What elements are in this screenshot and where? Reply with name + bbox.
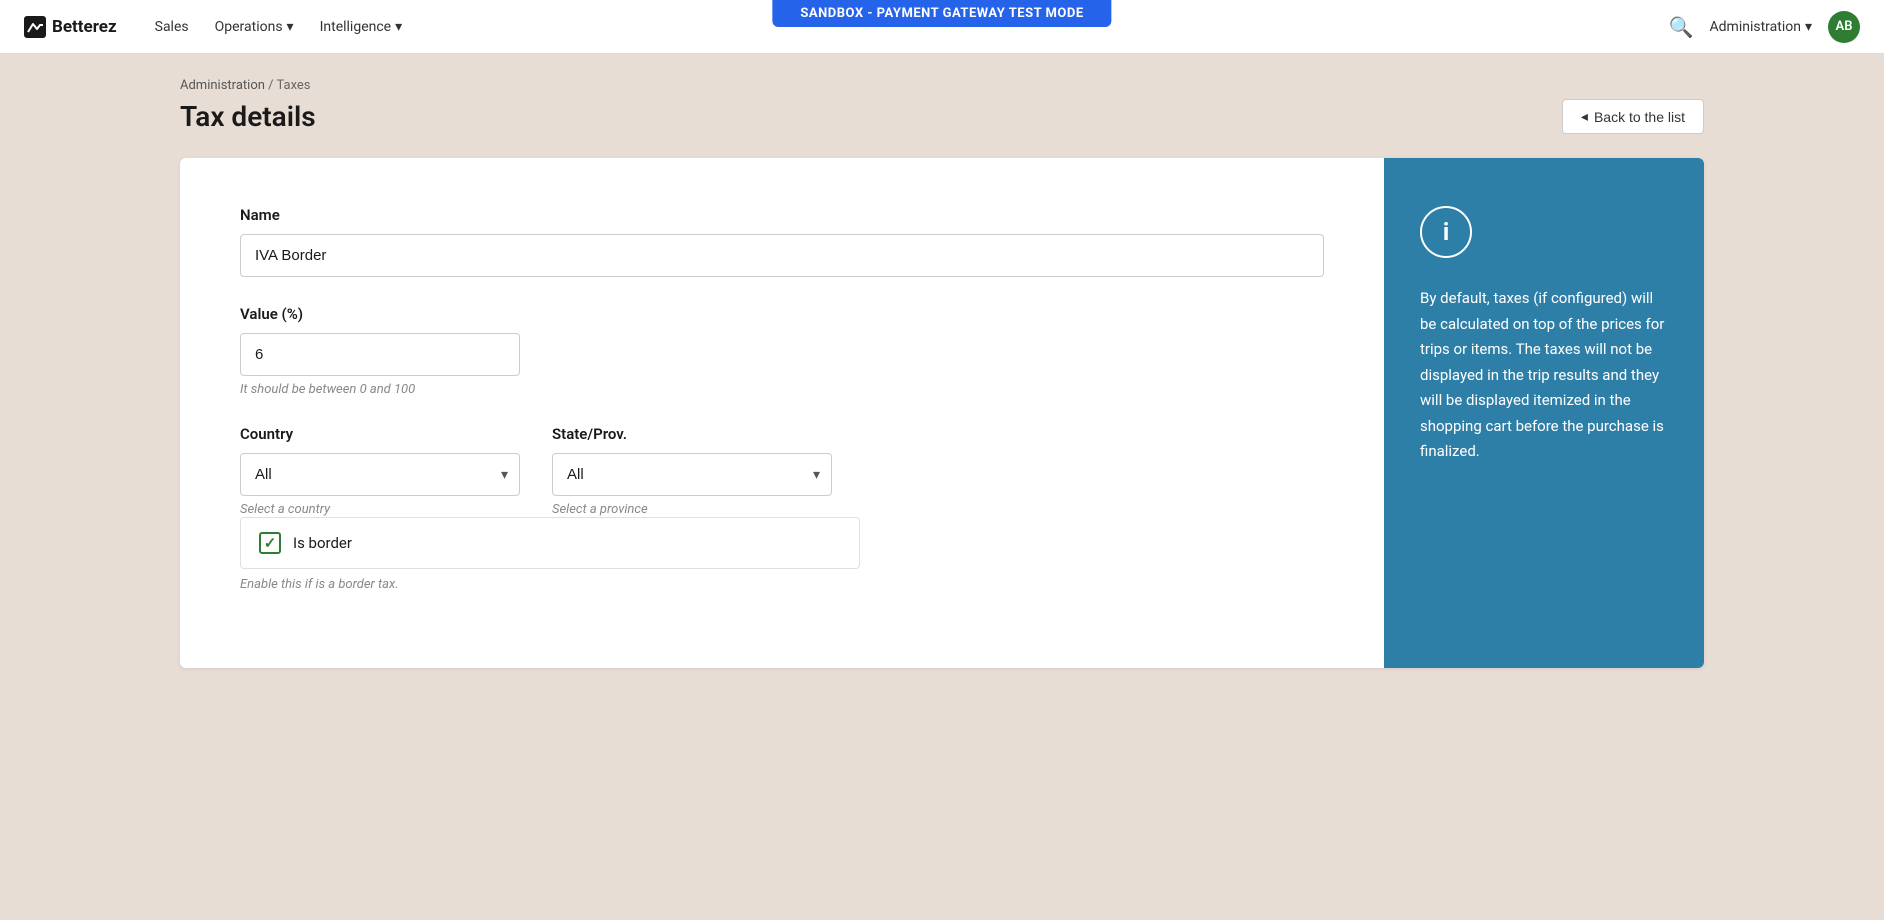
name-label: Name <box>240 206 1324 224</box>
logo-text: Betterez <box>52 17 117 37</box>
state-label: State/Prov. <box>552 425 832 443</box>
country-group: Country All Select a country <box>240 425 520 517</box>
name-input[interactable] <box>240 234 1324 277</box>
breadcrumb-administration[interactable]: Administration <box>180 78 265 93</box>
value-group: Value (%) It should be between 0 and 100 <box>240 305 1324 397</box>
state-select-wrapper: All <box>552 453 832 496</box>
breadcrumb: Administration / Taxes <box>180 78 1704 93</box>
is-border-group: ✓ Is border Enable this if is a border t… <box>240 517 1324 592</box>
content-area: Name Value (%) It should be between 0 an… <box>180 158 1704 668</box>
state-select[interactable]: All <box>552 453 832 496</box>
nav-operations[interactable]: Operations <box>205 13 304 41</box>
state-group: State/Prov. All Select a province <box>552 425 832 517</box>
chevron-down-icon <box>395 19 402 35</box>
value-input[interactable] <box>240 333 520 376</box>
page-header: Tax details Back to the list <box>180 99 1704 134</box>
info-icon: i <box>1420 206 1472 258</box>
logo[interactable]: Betterez <box>24 16 117 38</box>
is-border-checkbox[interactable]: ✓ <box>259 532 281 554</box>
administration-menu[interactable]: Administration <box>1710 19 1812 35</box>
country-select[interactable]: All <box>240 453 520 496</box>
nav-sales[interactable]: Sales <box>145 13 199 41</box>
name-group: Name <box>240 206 1324 277</box>
chevron-down-icon <box>287 19 294 35</box>
checkmark-icon: ✓ <box>264 534 277 552</box>
avatar[interactable]: AB <box>1828 11 1860 43</box>
country-label: Country <box>240 425 520 443</box>
back-to-list-button[interactable]: Back to the list <box>1562 99 1704 134</box>
nav-right: 🔍 Administration AB <box>1669 11 1860 43</box>
is-border-label: Is border <box>293 534 352 552</box>
page-container: Administration / Taxes Tax details Back … <box>0 54 1884 708</box>
country-select-wrapper: All <box>240 453 520 496</box>
breadcrumb-taxes: Taxes <box>276 78 310 93</box>
chevron-down-icon <box>1805 19 1812 35</box>
state-hint: Select a province <box>552 502 832 517</box>
country-state-row: Country All Select a country State/Prov.… <box>240 425 1324 517</box>
chevron-left-icon <box>1581 108 1588 125</box>
sandbox-banner: SANDBOX - PAYMENT GATEWAY TEST MODE <box>772 0 1111 27</box>
is-border-hint: Enable this if is a border tax. <box>240 577 1324 592</box>
search-icon[interactable]: 🔍 <box>1669 15 1694 39</box>
nav-intelligence[interactable]: Intelligence <box>310 13 413 41</box>
logo-icon <box>24 16 46 38</box>
page-title: Tax details <box>180 100 316 133</box>
info-panel: i By default, taxes (if configured) will… <box>1384 158 1704 668</box>
value-label: Value (%) <box>240 305 1324 323</box>
country-hint: Select a country <box>240 502 520 517</box>
value-hint: It should be between 0 and 100 <box>240 382 1324 397</box>
info-text: By default, taxes (if configured) will b… <box>1420 286 1668 465</box>
form-panel: Name Value (%) It should be between 0 an… <box>180 158 1384 668</box>
is-border-checkbox-container: ✓ Is border <box>240 517 860 569</box>
